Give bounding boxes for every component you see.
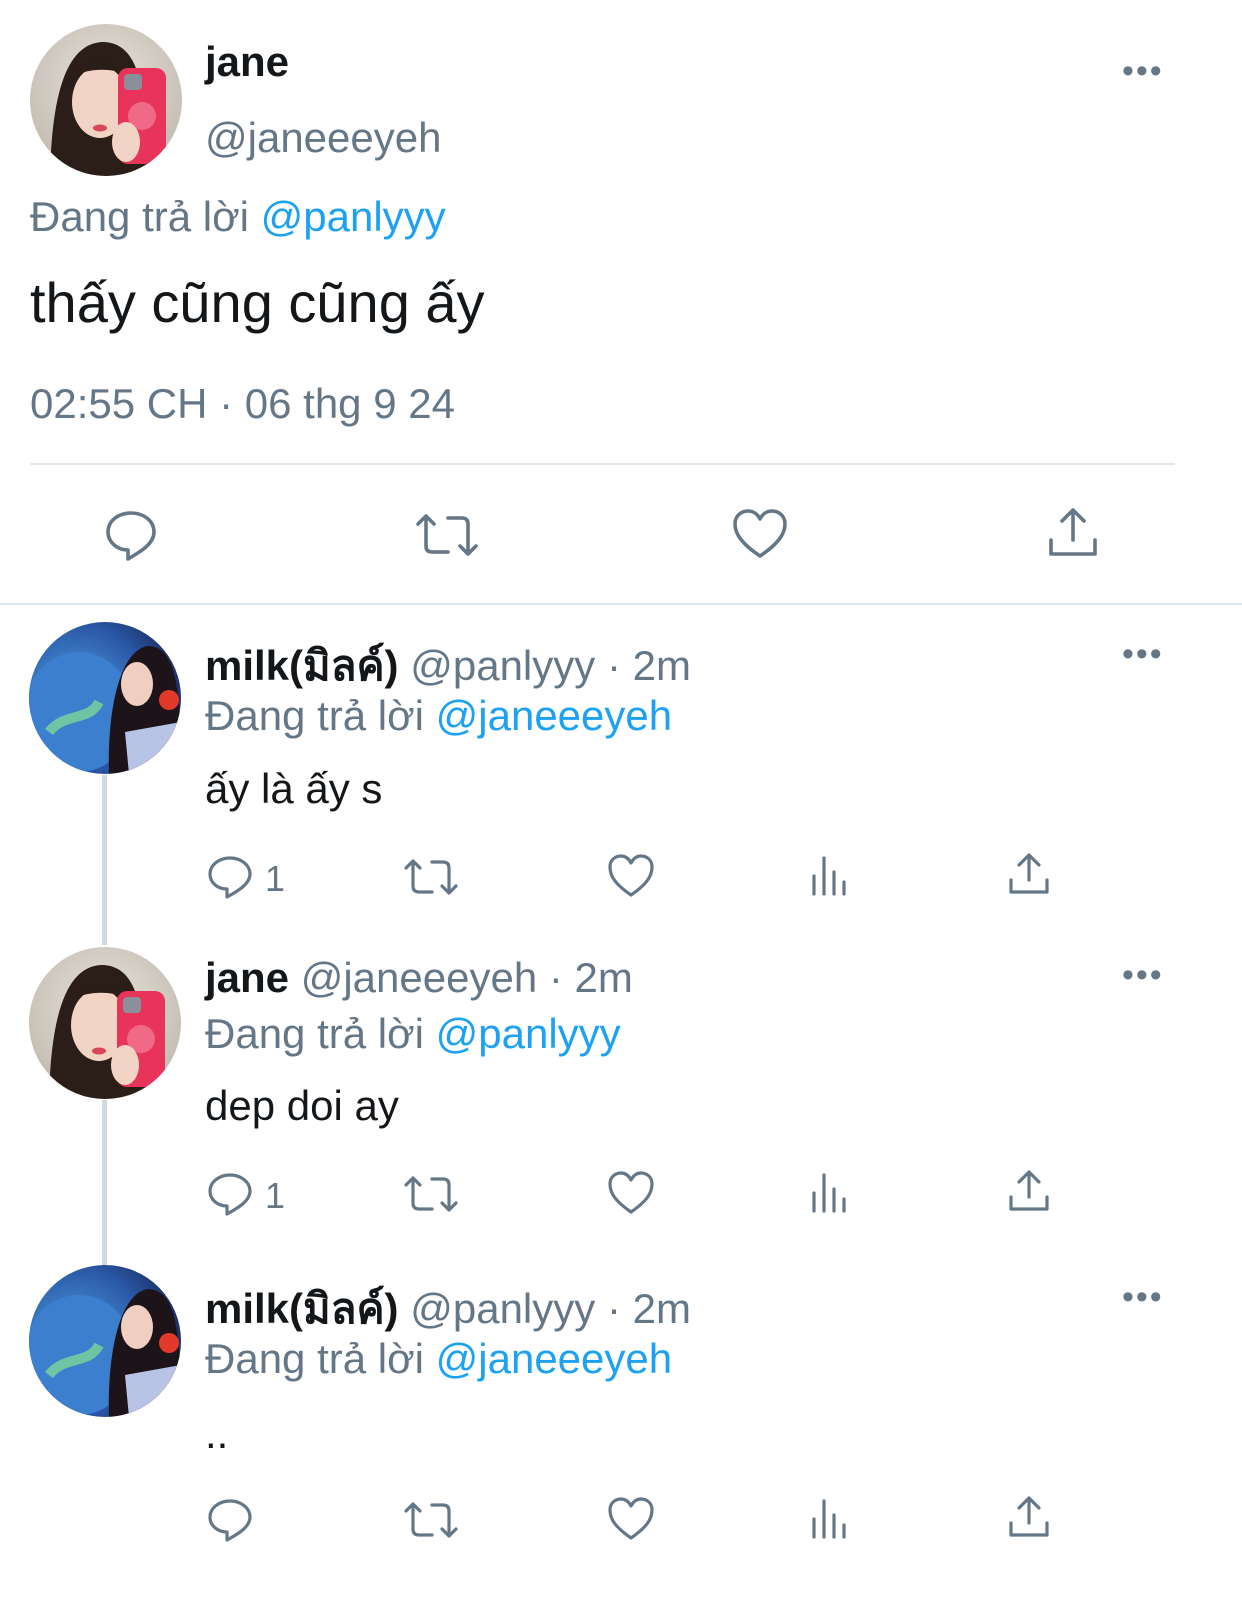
analytics-icon[interactable] [810, 1497, 852, 1539]
reply-count: 1 [265, 858, 286, 899]
section-divider [0, 603, 1242, 605]
tweet-text: .. [205, 1410, 229, 1457]
thread-line [102, 775, 107, 945]
retweet-icon[interactable] [414, 510, 478, 560]
author-name[interactable]: jane [205, 954, 289, 1001]
reply-time[interactable]: · 2m [607, 1285, 691, 1332]
share-icon[interactable] [1007, 1495, 1051, 1541]
reply-to-link[interactable]: @janeeeyeh [436, 692, 672, 739]
like-icon[interactable] [607, 853, 655, 899]
reply-to-link[interactable]: @janeeeyeh [436, 1335, 672, 1382]
reply-icon[interactable] [207, 1496, 253, 1542]
more-horizontal-icon[interactable]: ••• [1122, 637, 1164, 671]
reply-context-prefix: Đang trả lời [205, 1335, 424, 1382]
more-horizontal-icon[interactable]: ••• [1122, 54, 1164, 88]
divider [30, 463, 1175, 465]
reply-icon[interactable] [207, 853, 253, 899]
reply-icon[interactable] [104, 507, 158, 561]
reply-time[interactable]: · 2m [607, 642, 691, 689]
retweet-icon[interactable] [402, 1499, 458, 1541]
reply-time[interactable]: · 2m [549, 954, 633, 1001]
tweet-timestamp[interactable]: 02:55 CH · 06 thg 9 24 [30, 380, 455, 428]
reply-to-link[interactable]: @panlyyy [261, 193, 446, 240]
retweet-icon[interactable] [402, 1173, 458, 1215]
author-name[interactable]: milk(มิลค์) [205, 642, 399, 689]
more-horizontal-icon[interactable]: ••• [1122, 958, 1164, 992]
reply-context: Đang trả lời @janeeeyeh [205, 1335, 672, 1383]
tweet-text: ấy là ấy s [205, 765, 383, 812]
author-name[interactable]: milk(มิลค์) [205, 1285, 399, 1332]
reply-context: Đang trả lời @panlyyy [30, 193, 446, 241]
like-icon[interactable] [607, 1496, 655, 1542]
reply-header: milk(มิลค์) @panlyyy · 2m [205, 1276, 691, 1342]
avatar[interactable] [29, 1265, 181, 1417]
like-icon[interactable] [732, 508, 788, 560]
reply-context-prefix: Đang trả lời [205, 692, 424, 739]
reply-header: jane @janeeeyeh · 2m [205, 954, 633, 1002]
share-icon[interactable] [1046, 506, 1100, 560]
avatar[interactable] [30, 24, 182, 176]
tweet-text: dep doi ay [205, 1082, 399, 1129]
thread-line [102, 1100, 107, 1270]
like-icon[interactable] [607, 1170, 655, 1216]
author-handle[interactable]: @panlyyy [410, 1285, 595, 1332]
reply-header: milk(มิลค์) @panlyyy · 2m [205, 633, 691, 699]
avatar[interactable] [29, 622, 181, 774]
author-handle[interactable]: @panlyyy [410, 642, 595, 689]
tweet-text: thấy cũng cũng ấy [30, 271, 485, 334]
avatar[interactable] [29, 947, 181, 1099]
share-icon[interactable] [1007, 1169, 1051, 1215]
analytics-icon[interactable] [810, 1171, 852, 1213]
author-name[interactable]: jane [205, 38, 289, 86]
reply-context-prefix: Đang trả lời [205, 1010, 424, 1057]
reply-to-link[interactable]: @panlyyy [436, 1010, 621, 1057]
reply-context-prefix: Đang trả lời [30, 193, 249, 240]
reply-context: Đang trả lời @janeeeyeh [205, 692, 672, 740]
more-horizontal-icon[interactable]: ••• [1122, 1280, 1164, 1314]
retweet-icon[interactable] [402, 856, 458, 898]
author-handle[interactable]: @janeeeyeh [301, 954, 537, 1001]
reply-context: Đang trả lời @panlyyy [205, 1010, 621, 1058]
author-handle[interactable]: @janeeeyeh [205, 114, 441, 162]
reply-icon[interactable] [207, 1170, 253, 1216]
analytics-icon[interactable] [810, 854, 852, 896]
reply-count: 1 [265, 1175, 286, 1216]
share-icon[interactable] [1007, 852, 1051, 898]
